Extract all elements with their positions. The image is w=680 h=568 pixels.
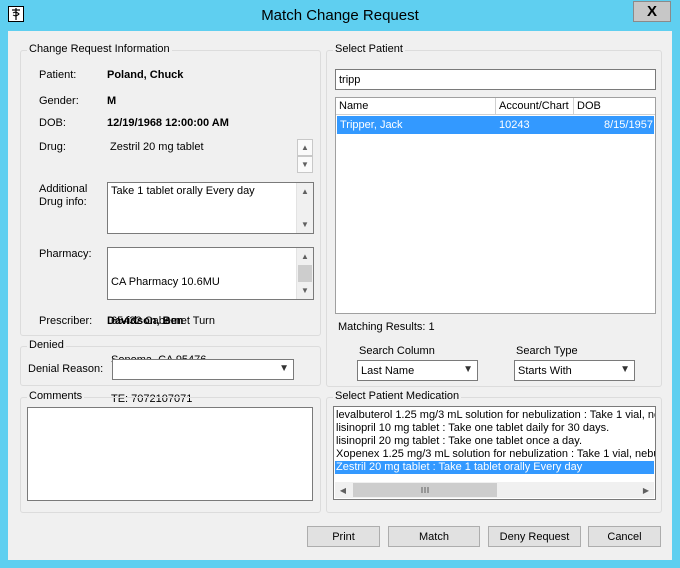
match-change-request-window: Match Change Request X Change Request In… xyxy=(0,0,680,568)
row-account: 10243 xyxy=(499,119,530,131)
select-patient-legend: Select Patient xyxy=(333,43,405,55)
window-title: Match Change Request xyxy=(261,7,419,24)
patient-search-value: tripp xyxy=(339,74,361,86)
dob-value: 12/19/1968 12:00:00 AM xyxy=(107,117,229,129)
select-medication-legend: Select Patient Medication xyxy=(333,390,462,402)
pharmacy-scrollbar[interactable]: ▲ ▼ xyxy=(296,248,313,299)
close-icon: X xyxy=(646,3,657,20)
dob-label: DOB: xyxy=(39,117,66,129)
list-item[interactable]: Xopenex 1.25 mg/3 mL solution for nebuli… xyxy=(335,448,655,461)
chevron-up-icon[interactable]: ▲ xyxy=(297,248,313,265)
chevron-down-icon: ▼ xyxy=(463,364,473,375)
patient-label: Patient: xyxy=(39,69,77,81)
list-item-selected[interactable]: Zestril 20 mg tablet : Take 1 tablet ora… xyxy=(335,461,654,474)
column-header-account[interactable]: Account/Chart xyxy=(496,98,574,115)
chevron-down-icon[interactable]: ▼ xyxy=(297,156,313,173)
chevron-down-icon[interactable]: ▼ xyxy=(297,216,313,233)
search-type-select[interactable]: Starts With ▼ xyxy=(514,360,635,381)
medication-list[interactable]: levalbuterol 1.25 mg/3 mL solution for n… xyxy=(333,406,656,500)
chevron-down-icon[interactable]: ▼ xyxy=(297,282,313,299)
chevron-down-icon: ▼ xyxy=(279,363,289,374)
dialog-body: Change Request Information Patient: Pola… xyxy=(8,31,672,560)
denial-reason-label: Denial Reason: xyxy=(28,363,104,375)
medication-hscrollbar[interactable]: ◀ ▶ xyxy=(335,482,654,498)
denied-legend: Denied xyxy=(27,339,66,351)
comments-field[interactable] xyxy=(27,407,313,501)
list-item[interactable]: levalbuterol 1.25 mg/3 mL solution for n… xyxy=(335,409,655,422)
drug-scrollbar[interactable]: ▲ ▼ xyxy=(297,139,314,173)
pharmacy-field[interactable]: CA Pharmacy 10.6MU 65432 Cabernet Turn S… xyxy=(107,247,314,405)
title-bar: Match Change Request X xyxy=(0,0,680,30)
comments-group: Comments xyxy=(20,390,321,513)
comments-legend: Comments xyxy=(27,390,85,402)
select-patient-group: Select Patient tripp Name Account/Chart … xyxy=(326,43,662,387)
column-header-name[interactable]: Name xyxy=(336,98,496,115)
pharmacy-line: CA Pharmacy 10.6MU xyxy=(111,276,220,288)
change-request-group: Change Request Information Patient: Pola… xyxy=(20,43,321,405)
search-column-label: Search Column xyxy=(359,345,435,357)
prescriber-value: Davidson, Ben xyxy=(107,315,184,327)
search-column-select[interactable]: Last Name ▼ xyxy=(357,360,478,381)
select-medication-group: Select Patient Medication levalbuterol 1… xyxy=(326,390,662,513)
gender-value: M xyxy=(107,95,117,107)
denied-group: Denied Denial Reason: ▼ xyxy=(20,339,321,386)
row-dob: 8/15/1957 xyxy=(604,119,653,131)
additional-scrollbar[interactable]: ▲ ▼ xyxy=(296,183,313,233)
patient-results-grid[interactable]: Name Account/Chart DOB Tripper, Jack 102… xyxy=(335,97,656,314)
change-request-legend: Change Request Information xyxy=(27,43,172,55)
search-type-label: Search Type xyxy=(516,345,578,357)
search-type-value: Starts With xyxy=(518,365,572,377)
drug-value: Zestril 20 mg tablet xyxy=(110,141,204,153)
patient-search-input[interactable]: tripp xyxy=(335,69,656,90)
list-item[interactable]: lisinopril 20 mg tablet : Take one table… xyxy=(335,435,582,448)
scroll-thumb[interactable] xyxy=(353,483,497,497)
additional-drug-info-text: Take 1 tablet orally Every day xyxy=(111,185,255,197)
column-header-dob[interactable]: DOB xyxy=(574,98,655,115)
additional-drug-info-field[interactable]: Take 1 tablet orally Every day ▲ ▼ xyxy=(107,182,314,234)
chevron-up-icon[interactable]: ▲ xyxy=(297,183,313,200)
search-column-value: Last Name xyxy=(361,365,415,377)
prescriber-label: Prescriber: xyxy=(39,315,93,327)
print-button[interactable]: Print xyxy=(307,526,380,547)
close-button[interactable]: X xyxy=(633,1,671,22)
drug-label: Drug: xyxy=(39,141,66,153)
list-item[interactable]: lisinopril 10 mg tablet : Take one table… xyxy=(335,422,609,435)
denial-reason-select[interactable]: ▼ xyxy=(112,359,294,380)
chevron-up-icon[interactable]: ▲ xyxy=(297,139,313,156)
patient-value: Poland, Chuck xyxy=(107,69,184,81)
row-name: Tripper, Jack xyxy=(340,119,403,131)
matching-results-text: Matching Results: 1 xyxy=(338,321,435,333)
additional-label-line1: Additional xyxy=(39,183,88,195)
pharmacy-label: Pharmacy: xyxy=(39,248,92,260)
chevron-left-icon[interactable]: ◀ xyxy=(335,482,351,499)
match-button[interactable]: Match xyxy=(388,526,480,547)
deny-request-button[interactable]: Deny Request xyxy=(488,526,581,547)
table-row[interactable]: Tripper, Jack 10243 8/15/1957 xyxy=(337,116,654,134)
chevron-down-icon: ▼ xyxy=(620,364,630,375)
scroll-thumb[interactable] xyxy=(298,265,312,282)
gender-label: Gender: xyxy=(39,95,79,107)
additional-label-line2: Drug info: xyxy=(39,196,87,208)
cancel-button[interactable]: Cancel xyxy=(588,526,661,547)
chevron-right-icon[interactable]: ▶ xyxy=(638,482,654,499)
